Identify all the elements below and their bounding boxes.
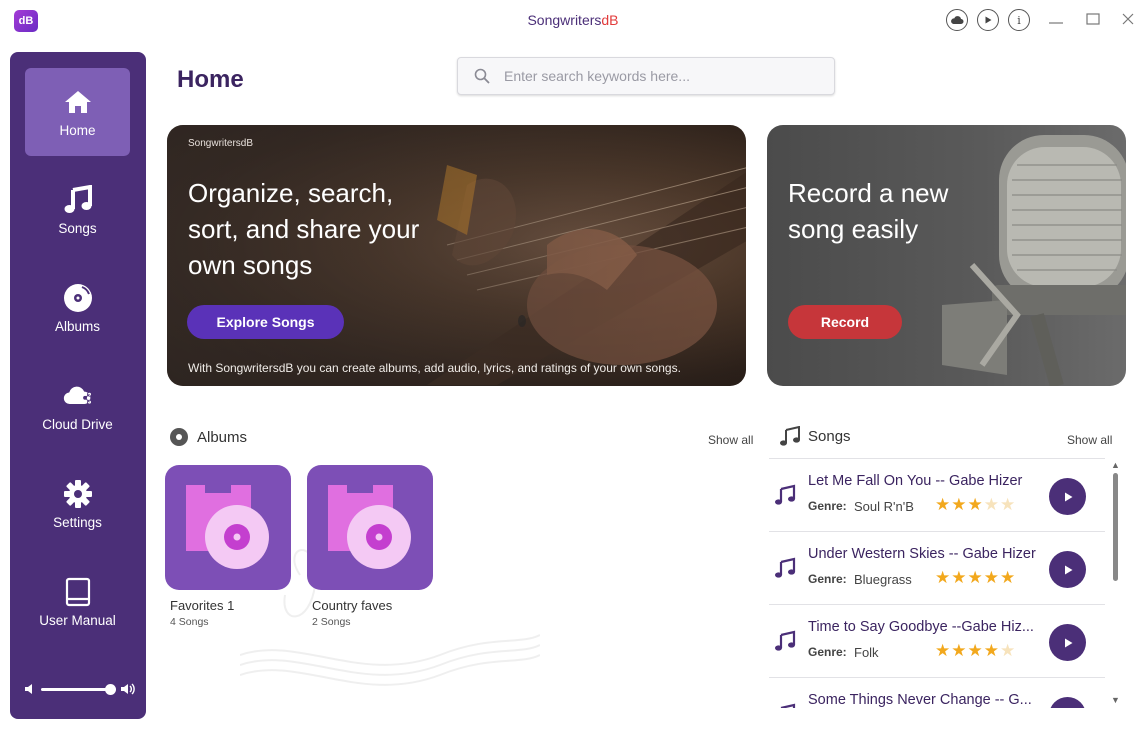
sidebar-item-home[interactable]: Home: [25, 68, 130, 156]
volume-high-icon: [121, 683, 135, 695]
song-title: Time to Say Goodbye --Gabe Hiz...: [808, 619, 1034, 635]
sidebar-item-label: Home: [59, 122, 96, 138]
sidebar-item-cloud-drive[interactable]: Cloud Drive: [25, 362, 130, 450]
albums-heading: Albums: [169, 427, 247, 447]
volume-low-icon: [25, 684, 32, 694]
search-input[interactable]: [504, 68, 804, 84]
album-card-country-faves[interactable]: [307, 465, 433, 590]
book-icon: [63, 577, 93, 607]
song-genre: Soul R'n'B: [854, 499, 914, 514]
cloud-icon[interactable]: [946, 9, 968, 31]
album-song-count: 2 Songs: [312, 616, 351, 628]
albums-heading-label: Albums: [197, 428, 248, 446]
song-genre: Bluegrass: [854, 572, 912, 587]
song-rating: ★★★★★: [935, 641, 1017, 660]
play-button[interactable]: [1049, 697, 1086, 708]
album-song-count: 4 Songs: [170, 616, 209, 628]
banner-headline: Organize, search, sort, and share your o…: [188, 178, 420, 280]
song-rating: ★★★★★: [935, 495, 1017, 514]
sidebar-item-label: Cloud Drive: [42, 416, 113, 432]
music-note-icon: [775, 484, 796, 505]
search-bar: [457, 57, 835, 95]
window-title: SongwritersdB: [0, 12, 1146, 28]
close-button[interactable]: [1115, 8, 1141, 30]
music-note-icon: [63, 184, 93, 215]
album-art-icon: [328, 485, 411, 569]
music-note-icon: [780, 426, 800, 446]
window-title-main: Songwriters: [527, 12, 602, 28]
sidebar-item-settings[interactable]: Settings: [25, 460, 130, 548]
songs-scrollbar[interactable]: ▲ ▼: [1111, 460, 1121, 708]
song-row[interactable]: Time to Say Goodbye --Gabe Hiz... Genre:…: [769, 604, 1105, 677]
window-title-accent: dB: [601, 12, 619, 28]
maximize-button[interactable]: [1080, 8, 1106, 30]
search-icon: [474, 68, 490, 84]
explore-banner: SongwritersdB Organize, search, sort, an…: [167, 125, 746, 386]
albums-show-all-link[interactable]: Show all: [708, 433, 753, 447]
song-title: Let Me Fall On You -- Gabe Hizer: [808, 473, 1023, 489]
play-icon: [1064, 638, 1072, 647]
info-icon[interactable]: i: [1008, 9, 1030, 31]
album-card-favorites-1[interactable]: [165, 465, 291, 590]
song-genre: Folk: [854, 645, 879, 660]
record-banner: Record a new song easily Record: [767, 125, 1126, 386]
page-title: Home: [177, 66, 244, 93]
songs-heading-label: Songs: [808, 427, 851, 445]
record-button[interactable]: Record: [788, 305, 902, 339]
song-row[interactable]: Some Things Never Change -- G...: [769, 677, 1105, 708]
album-name: Country faves: [312, 598, 393, 613]
play-icon: [1064, 492, 1072, 501]
music-note-icon: [775, 630, 796, 651]
album-disc-icon: [170, 428, 188, 446]
sidebar-item-songs[interactable]: Songs: [25, 166, 130, 254]
banner-headline: Record a new song easily: [788, 178, 949, 244]
explore-songs-button[interactable]: Explore Songs: [187, 305, 344, 339]
play-button[interactable]: [1049, 478, 1086, 515]
sidebar: Home Songs Albums Cloud Drive Settings U…: [10, 52, 146, 719]
song-rating: ★★★★★: [935, 568, 1017, 587]
scroll-down-arrow-icon[interactable]: ▼: [1111, 695, 1120, 705]
play-icon: [1064, 565, 1072, 574]
volume-slider[interactable]: [41, 688, 111, 691]
music-note-icon: [775, 557, 796, 578]
song-title: Under Western Skies -- Gabe Hizer: [808, 546, 1036, 562]
sidebar-item-label: User Manual: [39, 612, 116, 628]
sidebar-item-label: Songs: [58, 220, 97, 236]
volume-control: [24, 680, 136, 698]
sidebar-item-label: Settings: [53, 514, 102, 530]
songs-show-all-link[interactable]: Show all: [1067, 433, 1112, 447]
sidebar-item-albums[interactable]: Albums: [25, 264, 130, 352]
volume-slider-handle[interactable]: [105, 684, 116, 695]
title-bar: dB SongwritersdB i: [0, 0, 1146, 40]
scroll-up-arrow-icon[interactable]: ▲: [1111, 460, 1120, 470]
song-row[interactable]: Let Me Fall On You -- Gabe Hizer Genre: …: [769, 458, 1105, 531]
music-note-icon: [780, 703, 796, 708]
song-title: Some Things Never Change -- G...: [808, 692, 1032, 708]
sidebar-item-user-manual[interactable]: User Manual: [25, 558, 130, 646]
genre-label: Genre:: [808, 645, 847, 659]
songs-list: Let Me Fall On You -- Gabe Hizer Genre: …: [769, 458, 1105, 708]
gear-icon: [63, 479, 93, 509]
songs-heading: Songs: [779, 426, 851, 446]
album-name: Favorites 1: [170, 598, 235, 613]
album-disc-icon: [63, 283, 93, 313]
play-button[interactable]: [1049, 551, 1086, 588]
banner-description: With SongwritersdB you can create albums…: [188, 361, 681, 375]
banner-brand: SongwritersdB: [188, 138, 254, 149]
play-button[interactable]: [1049, 624, 1086, 661]
genre-label: Genre:: [808, 499, 847, 513]
sidebar-item-label: Albums: [54, 318, 100, 334]
song-row[interactable]: Under Western Skies -- Gabe Hizer Genre:…: [769, 531, 1105, 604]
scrollbar-thumb[interactable]: [1113, 473, 1118, 581]
microphone-image: [942, 135, 1126, 386]
album-art-icon: [186, 485, 269, 569]
cloud-share-icon: [63, 381, 93, 411]
genre-label: Genre:: [808, 572, 847, 586]
minimize-button[interactable]: [1043, 8, 1069, 30]
home-icon: [63, 87, 93, 117]
play-circle-icon[interactable]: [977, 9, 999, 31]
